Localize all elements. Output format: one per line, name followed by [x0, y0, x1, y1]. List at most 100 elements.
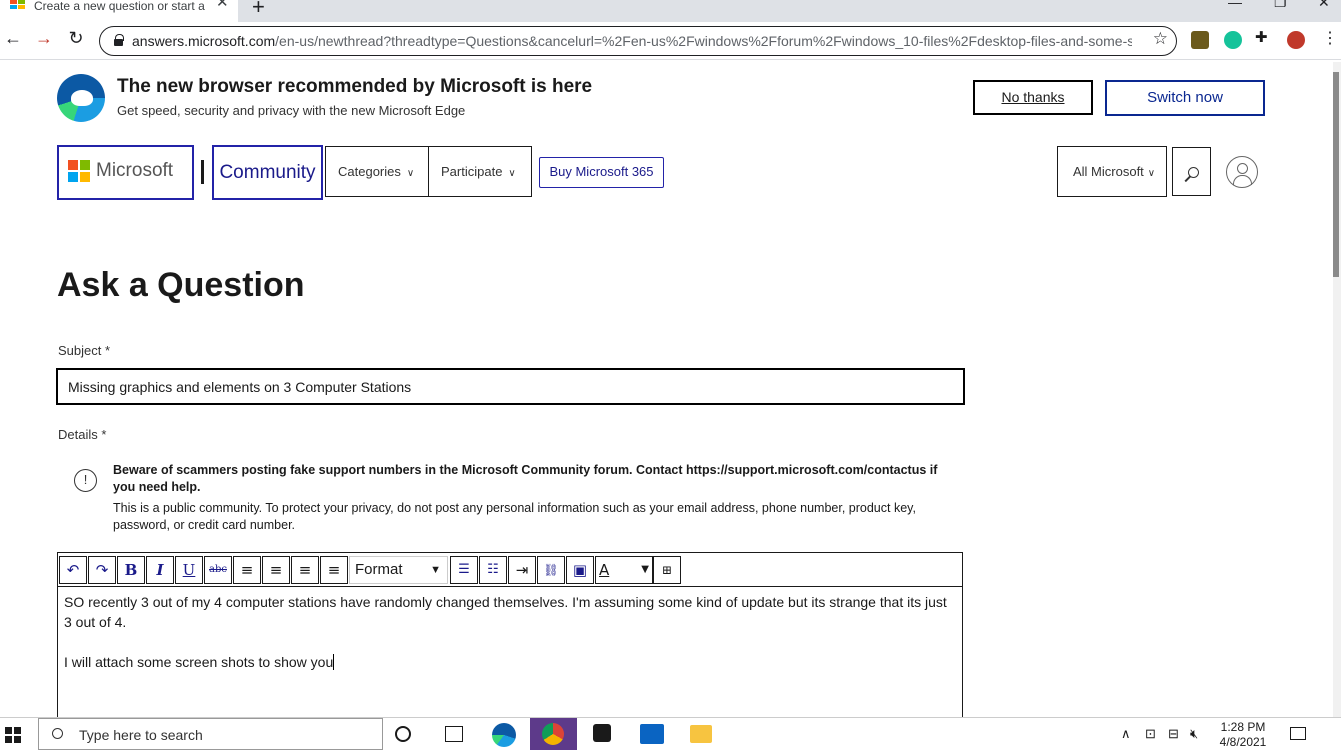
notification-center[interactable]	[1277, 719, 1341, 750]
browser-toolbar: ← → ↻ answers.microsoft.com/en-us/newthr…	[0, 22, 1341, 60]
switch-now-button[interactable]: Switch now	[1105, 80, 1265, 116]
taskbar-search-box[interactable]: Type here to search	[38, 718, 383, 750]
windows-start-icon[interactable]	[5, 727, 21, 743]
microsoft-favicon-icon	[10, 0, 26, 10]
bold-button[interactable]: B	[117, 556, 145, 584]
editor-toolbar: ↶ ↷ B I U abc ≡ ≡ ≡ ≡ Format ▼ ☰ ☷ ⇥ ⛓ ▣ …	[58, 553, 962, 587]
bulleted-list-icon[interactable]: ☰	[450, 556, 478, 584]
font-color-icon: A	[599, 561, 610, 579]
categories-label: Categories	[338, 164, 401, 179]
tab-close-icon[interactable]: ✕	[216, 0, 229, 10]
align-center-icon[interactable]: ≡	[262, 556, 290, 584]
participate-label: Participate	[441, 164, 503, 179]
account-avatar-icon[interactable]	[1226, 156, 1258, 188]
reload-icon[interactable]: ↻	[65, 28, 87, 49]
microsoft-logo-icon	[68, 160, 90, 182]
dropdown-arrow-icon: ▼	[430, 564, 441, 576]
align-right-icon[interactable]: ≡	[291, 556, 319, 584]
participate-dropdown[interactable]: Participate ∨	[428, 146, 532, 197]
microsoft-logo-link[interactable]: Microsoft	[57, 145, 194, 200]
page-scrollbar[interactable]	[1333, 62, 1341, 717]
banner-subtitle: Get speed, security and privacy with the…	[117, 103, 466, 118]
details-textarea[interactable]: SO recently 3 out of my 4 computer stati…	[64, 592, 954, 672]
edge-taskbar-icon[interactable]	[492, 723, 516, 747]
categories-dropdown[interactable]: Categories ∨	[325, 146, 429, 197]
more-options-icon[interactable]: ⊞	[653, 556, 681, 584]
device-icon[interactable]: ⊡	[1145, 726, 1156, 742]
chrome-taskbar-active[interactable]	[530, 718, 577, 750]
chrome-icon	[542, 723, 564, 745]
body-paragraph: SO recently 3 out of my 4 computer stati…	[64, 594, 947, 630]
details-editor: ↶ ↷ B I U abc ≡ ≡ ≡ ≡ Format ▼ ☰ ☷ ⇥ ⛓ ▣ …	[57, 552, 963, 722]
tab-title: Create a new question or start a	[34, 0, 205, 13]
cortana-icon[interactable]	[395, 726, 411, 742]
chevron-down-icon: ∨	[406, 168, 415, 179]
extension-icon[interactable]	[1191, 31, 1209, 49]
url-path: /en-us/newthread?threadtype=Questions&ca…	[275, 33, 1132, 49]
info-warning-icon: !	[74, 469, 97, 492]
system-clock[interactable]: 1:28 PM 4/8/2021	[1213, 720, 1273, 750]
no-thanks-button[interactable]: No thanks	[973, 80, 1093, 115]
chevron-up-icon[interactable]: ∧	[1121, 726, 1131, 742]
header-divider	[201, 160, 204, 184]
tab-strip: Create a new question or start a ✕ + — ❐…	[0, 0, 1341, 22]
menu-kebab-icon[interactable]: ⋮	[1322, 28, 1340, 47]
close-window-icon[interactable]: ✕	[1318, 0, 1330, 11]
strikethrough-button[interactable]: abc	[204, 556, 232, 584]
file-explorer-icon[interactable]	[690, 725, 712, 743]
scrollbar-thumb[interactable]	[1333, 72, 1339, 277]
search-button[interactable]	[1172, 147, 1211, 196]
buy-microsoft-365-button[interactable]: Buy Microsoft 365	[539, 157, 664, 188]
outlook-icon[interactable]	[640, 724, 664, 744]
url-host: answers.microsoft.com	[132, 33, 276, 49]
justify-icon[interactable]: ≡	[320, 556, 348, 584]
restore-icon[interactable]: ❐	[1274, 0, 1287, 11]
all-microsoft-label: All Microsoft	[1073, 164, 1144, 179]
undo-icon[interactable]: ↶	[59, 556, 87, 584]
format-dropdown[interactable]: Format ▼	[349, 556, 448, 584]
all-microsoft-dropdown[interactable]: All Microsoft ∨	[1057, 146, 1167, 197]
chevron-down-icon: ∨	[508, 168, 516, 179]
page-title: Ask a Question	[57, 266, 305, 304]
format-label: Format	[355, 561, 403, 578]
browser-tab[interactable]: Create a new question or start a ✕	[0, 0, 238, 22]
task-view-icon[interactable]	[445, 726, 463, 742]
insert-image-icon[interactable]: ▣	[566, 556, 594, 584]
grammarly-icon[interactable]	[1224, 31, 1242, 49]
indent-icon[interactable]: ⇥	[508, 556, 536, 584]
chevron-down-icon: ∨	[1147, 168, 1156, 179]
new-tab-icon[interactable]: +	[252, 0, 265, 20]
body-empty-line	[64, 632, 954, 652]
profile-icon[interactable]	[1287, 31, 1305, 49]
search-icon-handle	[1184, 175, 1191, 182]
font-color-dropdown[interactable]: A ▼	[595, 556, 653, 584]
subject-label: Subject *	[58, 343, 111, 358]
numbered-list-icon[interactable]: ☷	[479, 556, 507, 584]
redo-icon[interactable]: ↷	[88, 556, 116, 584]
microsoft-logo-text: Microsoft	[96, 160, 174, 181]
body-line-text: I will attach some screen shots to show …	[64, 654, 334, 670]
network-icon[interactable]: ⊟	[1168, 726, 1179, 742]
text-caret	[333, 654, 335, 670]
volume-muted-icon[interactable]: 🔇︎	[1190, 726, 1198, 742]
url-text: answers.microsoft.com/en-us/newthread?th…	[132, 33, 1132, 49]
search-icon	[52, 728, 63, 739]
address-bar[interactable]: answers.microsoft.com/en-us/newthread?th…	[99, 26, 1177, 56]
subject-input[interactable]	[56, 368, 965, 405]
align-left-icon[interactable]: ≡	[233, 556, 261, 584]
body-paragraph-2: I will attach some screen shots to show …	[64, 652, 954, 672]
windows-taskbar: Type here to search ∧ ⊡ ⊟ 🔇︎ 1:28 PM 4/8…	[0, 717, 1341, 750]
store-icon[interactable]	[593, 724, 611, 742]
notification-icon	[1290, 727, 1306, 740]
forward-icon[interactable]: →	[33, 28, 55, 49]
underline-button[interactable]: U	[175, 556, 203, 584]
clock-time: 1:28 PM	[1220, 720, 1266, 734]
extensions-puzzle-icon[interactable]: ✚	[1255, 28, 1273, 46]
italic-button[interactable]: I	[146, 556, 174, 584]
back-icon[interactable]: ←	[2, 28, 24, 49]
link-icon[interactable]: ⛓	[537, 556, 565, 584]
minimize-icon[interactable]: —	[1228, 0, 1242, 10]
community-link[interactable]: Community	[212, 145, 323, 200]
privacy-notice-text: This is a public community. To protect y…	[113, 501, 916, 532]
bookmark-star-icon[interactable]: ☆	[1153, 29, 1168, 49]
